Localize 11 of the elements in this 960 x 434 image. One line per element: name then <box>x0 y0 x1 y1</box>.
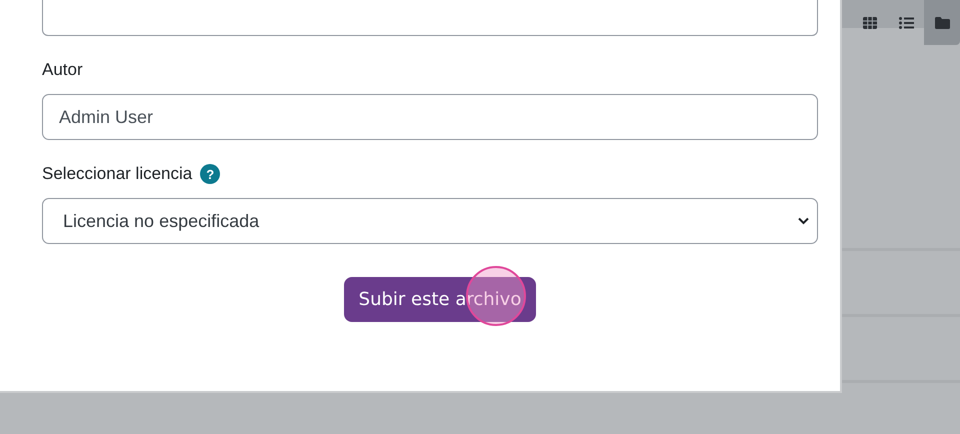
help-icon[interactable]: ? <box>200 164 220 184</box>
folder-icon <box>934 16 950 28</box>
field-label: Seleccionar licencia <box>42 164 192 184</box>
upload-button[interactable]: Subir este archivo <box>344 277 536 322</box>
list-icon <box>898 16 914 28</box>
input-field[interactable] <box>42 0 818 36</box>
view-button[interactable] <box>924 0 960 45</box>
chevron-down-icon <box>798 217 809 225</box>
field-label: Autor <box>42 60 83 80</box>
license-dropdown[interactable]: Licencia no especificada <box>42 198 818 244</box>
author-field[interactable]: Admin User <box>42 94 818 140</box>
